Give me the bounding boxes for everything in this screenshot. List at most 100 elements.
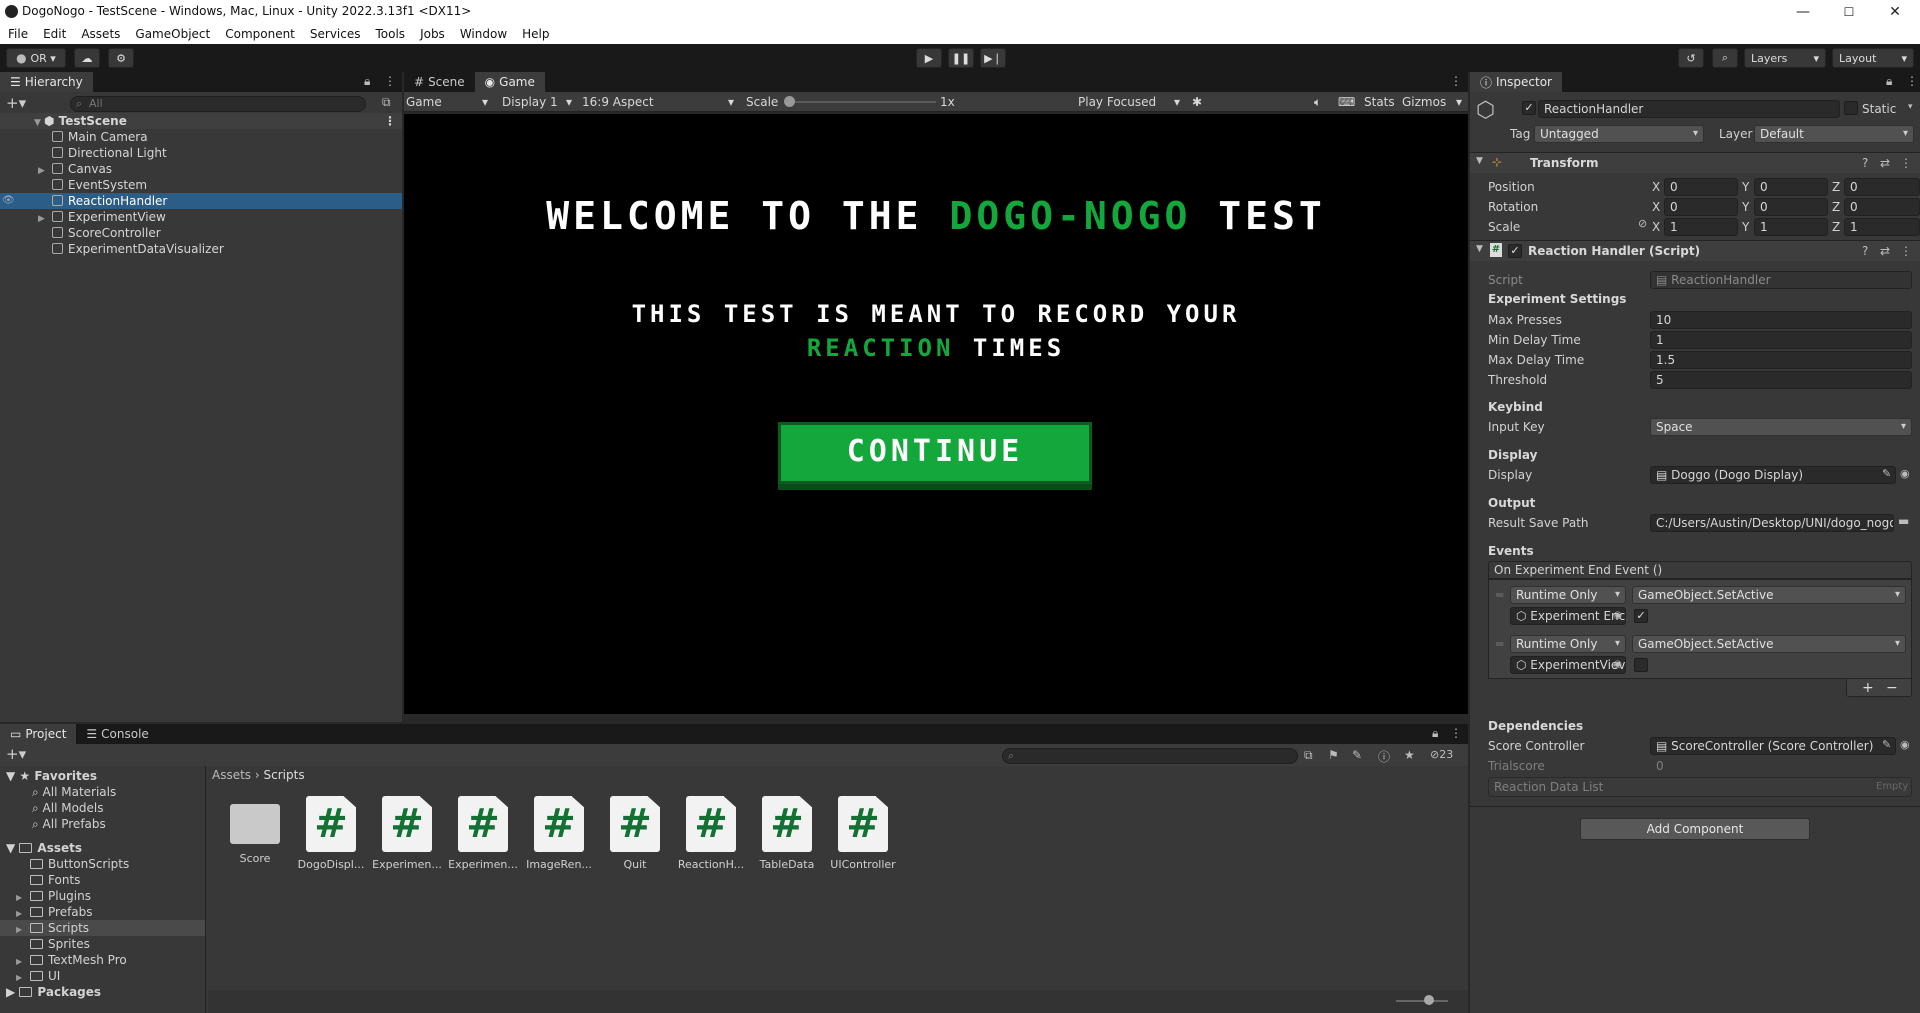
- layer-dropdown[interactable]: Default: [1754, 125, 1914, 143]
- add-component-button[interactable]: Add Component: [1580, 818, 1810, 840]
- add-listener-button[interactable]: +: [1862, 680, 1874, 696]
- menu-window[interactable]: Window: [452, 24, 514, 44]
- listener-mode-dropdown[interactable]: Runtime Only: [1510, 635, 1626, 653]
- preset-icon[interactable]: ⇄: [1880, 156, 1890, 170]
- max-delay-field[interactable]: 1.5: [1650, 351, 1912, 369]
- hierarchy-item-eventsystem[interactable]: EventSystem: [0, 177, 402, 193]
- packages-root[interactable]: ▶ Packages: [6, 984, 101, 1000]
- folder-buttonscripts[interactable]: ButtonScripts: [0, 856, 205, 872]
- info-icon[interactable]: ⓘ: [1378, 748, 1390, 765]
- listener-function-dropdown[interactable]: GameObject.SetActive: [1632, 586, 1906, 604]
- asset-item[interactable]: # ReactionH...: [676, 796, 746, 871]
- play-mode-dropdown[interactable]: Play Focused ▾: [1078, 93, 1182, 111]
- help-icon[interactable]: ?: [1862, 156, 1868, 170]
- tab-hierarchy[interactable]: ☰ Hierarchy: [0, 72, 93, 92]
- scale-z-axis-label[interactable]: Z: [1832, 218, 1840, 236]
- favorite-all-materials[interactable]: ⌕ All Materials: [32, 784, 116, 800]
- position-y-field[interactable]: 0: [1754, 178, 1828, 196]
- visibility-eye-icon[interactable]: 👁︎: [2, 193, 15, 209]
- object-picker-icon[interactable]: ◉: [1613, 657, 1622, 673]
- continue-button[interactable]: CONTINUE: [778, 422, 1092, 484]
- hierarchy-item-directional-light[interactable]: Directional Light: [0, 145, 402, 161]
- lock-icon[interactable]: 🔒︎: [364, 74, 370, 89]
- folder-ui[interactable]: ▶ UI: [0, 968, 205, 984]
- gizmos-dropdown[interactable]: Gizmos ▾: [1402, 93, 1464, 111]
- min-delay-field[interactable]: 1: [1650, 331, 1912, 349]
- expand-arrow-icon[interactable]: ▼: [1476, 244, 1483, 254]
- rotation-z-axis-label[interactable]: Z: [1832, 198, 1840, 216]
- aspect-dropdown[interactable]: 16:9 Aspect ▾: [582, 93, 738, 111]
- layers-dropdown[interactable]: Layers ▾: [1744, 48, 1826, 68]
- account-button[interactable]: ● OR ▾: [6, 48, 66, 68]
- asset-item[interactable]: # DogoDispl...: [296, 796, 366, 871]
- listener-target-field[interactable]: ⬡ ExperimentViev ◉: [1510, 656, 1626, 674]
- menu-jobs[interactable]: Jobs: [412, 24, 452, 44]
- object-picker-icon[interactable]: ◉: [1900, 467, 1910, 480]
- object-name-field[interactable]: ReactionHandler: [1538, 100, 1840, 118]
- asset-item[interactable]: # ImageRen...: [524, 796, 594, 871]
- project-search-input[interactable]: ⌕: [1002, 748, 1298, 764]
- more-icon[interactable]: ⋮: [1906, 74, 1918, 88]
- step-button[interactable]: ▶❘: [980, 48, 1006, 68]
- position-x-field[interactable]: 0: [1664, 178, 1738, 196]
- tag-icon[interactable]: ✎: [1352, 748, 1362, 762]
- game-viewport[interactable]: WELCOME TO THE DOGO-NOGO TEST THIS TEST …: [404, 114, 1468, 714]
- scale-x-axis-label[interactable]: X: [1652, 218, 1660, 236]
- listener-target-field[interactable]: ⬡ Experiment Enc ◉: [1510, 607, 1626, 625]
- tag-dropdown[interactable]: Untagged: [1534, 125, 1704, 143]
- listener-argument-checkbox[interactable]: ✓: [1634, 609, 1648, 623]
- asset-item[interactable]: # UIController: [828, 796, 898, 871]
- favorite-all-models[interactable]: ⌕ All Models: [32, 800, 104, 816]
- hidden-packages-count[interactable]: ⊘23: [1430, 748, 1453, 761]
- listener-function-dropdown[interactable]: GameObject.SetActive: [1632, 635, 1906, 653]
- search-button[interactable]: ⌕: [1712, 48, 1738, 68]
- more-icon[interactable]: ⋮: [1900, 156, 1912, 170]
- chevron-down-icon[interactable]: ▾: [1908, 102, 1913, 112]
- menu-edit[interactable]: Edit: [35, 24, 73, 44]
- display-dropdown[interactable]: Display 1 ▾: [502, 93, 576, 111]
- favorite-all-prefabs[interactable]: ⌕ All Prefabs: [32, 816, 106, 832]
- more-icon[interactable]: ⋮: [384, 113, 396, 129]
- constrain-proportions-icon[interactable]: ⊘: [1638, 217, 1647, 230]
- edit-pencil-icon[interactable]: ✎: [1882, 738, 1891, 751]
- rotation-y-axis-label[interactable]: Y: [1742, 198, 1749, 216]
- menu-help[interactable]: Help: [514, 24, 556, 44]
- help-icon[interactable]: ?: [1862, 244, 1868, 258]
- listener-mode-dropdown[interactable]: Runtime Only: [1510, 586, 1626, 604]
- icon-size-slider[interactable]: [1396, 1000, 1448, 1002]
- hierarchy-item-main-camera[interactable]: Main Camera: [0, 129, 402, 145]
- display-reference-field[interactable]: ▤ Doggo (Dogo Display): [1650, 466, 1896, 484]
- hierarchy-item-experimentdatavisualizer[interactable]: ExperimentDataVisualizer: [0, 241, 402, 257]
- position-x-axis-label[interactable]: X: [1652, 178, 1660, 196]
- component-enabled-checkbox[interactable]: ✓: [1508, 244, 1522, 258]
- scale-z-field[interactable]: 1: [1844, 218, 1920, 236]
- lock-icon[interactable]: 🔒︎: [1432, 726, 1438, 741]
- mute-audio-icon[interactable]: 🔈︎: [1314, 93, 1321, 111]
- asset-item[interactable]: Score: [220, 796, 290, 865]
- object-picker-icon[interactable]: ◉: [1900, 738, 1910, 751]
- static-checkbox[interactable]: [1844, 101, 1858, 115]
- more-icon[interactable]: ⋮: [384, 74, 396, 88]
- breadcrumb-assets[interactable]: Assets: [212, 768, 251, 782]
- layout-dropdown[interactable]: Layout ▾: [1832, 48, 1914, 68]
- search-by-label-icon[interactable]: ⚑: [1328, 748, 1339, 762]
- tab-scene[interactable]: # Scene: [404, 72, 475, 92]
- listener-argument-checkbox[interactable]: [1634, 658, 1648, 672]
- expand-arrow-icon[interactable]: ▼: [1476, 156, 1483, 166]
- history-button[interactable]: ↺: [1678, 48, 1704, 68]
- hierarchy-item-reactionhandler[interactable]: ReactionHandler 👁︎: [0, 193, 402, 209]
- rotation-x-axis-label[interactable]: X: [1652, 198, 1660, 216]
- menu-tools[interactable]: Tools: [368, 24, 413, 44]
- create-asset-button[interactable]: +▾: [6, 745, 26, 763]
- folder-prefabs[interactable]: ▶ Prefabs: [0, 904, 205, 920]
- collab-button[interactable]: ⚙: [108, 48, 134, 68]
- scale-y-field[interactable]: 1: [1754, 218, 1828, 236]
- result-path-field[interactable]: C:/Users/Austin/Desktop/UNI/dogo_nogo/r: [1650, 514, 1894, 532]
- threshold-field[interactable]: 5: [1650, 371, 1912, 389]
- hierarchy-search-input[interactable]: ⌕ All: [70, 96, 366, 112]
- scale-y-axis-label[interactable]: Y: [1742, 218, 1749, 236]
- more-icon[interactable]: ⋮: [1450, 74, 1462, 88]
- input-key-dropdown[interactable]: Space: [1650, 418, 1912, 436]
- tab-game[interactable]: ◉ Game: [474, 72, 545, 92]
- drag-handle-icon[interactable]: ═: [1496, 586, 1503, 604]
